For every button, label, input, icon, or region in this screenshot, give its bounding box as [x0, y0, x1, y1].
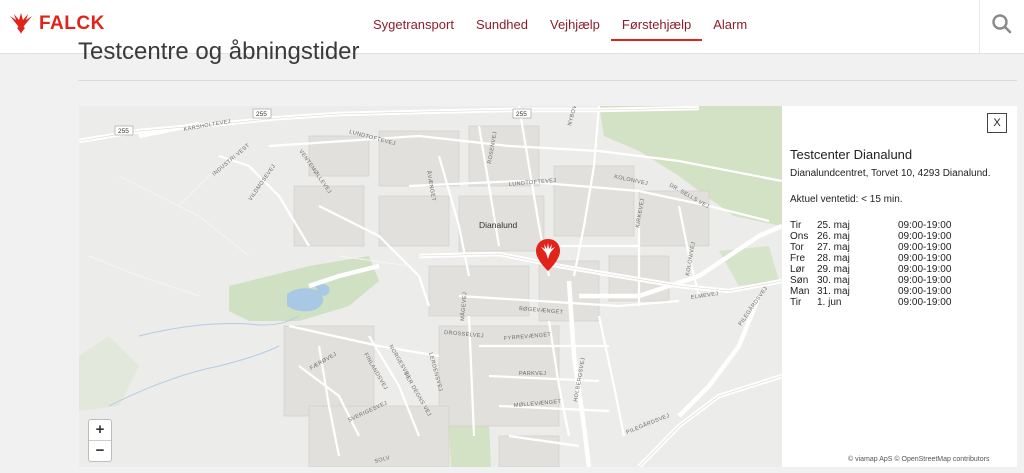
- nav-forstehjaelp[interactable]: Førstehjælp: [610, 10, 703, 41]
- zoom-out-button[interactable]: −: [89, 440, 111, 461]
- hours-day: Søn: [790, 275, 809, 286]
- hours-row: Tir 1. jun 09:00-19:00: [790, 297, 968, 308]
- hours-time: 09:00-19:00: [898, 286, 952, 297]
- falck-logo[interactable]: FALCK: [8, 12, 105, 36]
- hours-day: Ons: [790, 231, 809, 242]
- hours-date: 25. maj: [817, 220, 850, 231]
- hours-date: 30. maj: [817, 275, 850, 286]
- hours-row: Lør 29. maj 09:00-19:00: [790, 264, 968, 275]
- hours-day: Tir: [790, 297, 802, 308]
- road-label-parkvej: PARKVEJ: [519, 371, 546, 377]
- hours-day: Tor: [790, 242, 804, 253]
- hours-time: 09:00-19:00: [898, 297, 952, 308]
- map-attribution[interactable]: © viamap ApS © OpenStreetMap contributor…: [848, 456, 989, 463]
- zoom-in-button[interactable]: +: [89, 420, 111, 440]
- falck-bird-icon: [10, 13, 32, 34]
- nav-sundhed[interactable]: Sundhed: [465, 10, 539, 41]
- zoom-control: + −: [88, 419, 112, 462]
- hours-time: 09:00-19:00: [898, 275, 952, 286]
- hours-date: 27. maj: [817, 242, 850, 253]
- hours-time: 09:00-19:00: [898, 242, 952, 253]
- main-nav: Sygetransport Sundhed Vejhjælp Førstehjæ…: [362, 10, 758, 41]
- testcenter-title: Testcenter Dianalund: [790, 147, 913, 162]
- hours-row: Tir 25. maj 09:00-19:00: [790, 220, 968, 231]
- page-title: Testcentre og åbningstider: [78, 38, 360, 65]
- hours-time: 09:00-19:00: [898, 264, 952, 275]
- nav-vejhjaelp[interactable]: Vejhjælp: [539, 10, 611, 41]
- route-shield-255-a: 255: [118, 128, 129, 135]
- route-shield-255-c: 255: [516, 111, 527, 118]
- testcenter-address: Dianalundcentret, Torvet 10, 4293 Dianal…: [790, 168, 991, 179]
- nav-alarm[interactable]: Alarm: [702, 10, 758, 41]
- hours-day: Tir: [790, 220, 802, 231]
- hours-row: Ons 26. maj 09:00-19:00: [790, 231, 968, 242]
- route-shield-255-b: 255: [256, 111, 267, 118]
- place-label-dianalund: Dianalund: [479, 220, 518, 230]
- hours-time: 09:00-19:00: [898, 220, 952, 231]
- map-canvas[interactable]: 255 255 255 KARSHOLTEVEJ INDUSTRI VEST L…: [79, 106, 782, 467]
- hours-day: Man: [790, 286, 810, 297]
- title-divider: [78, 80, 1017, 81]
- opening-hours-table: Tir 25. maj 09:00-19:00 Ons 26. maj 09:00-19…: [790, 220, 968, 308]
- close-button[interactable]: X: [987, 113, 1007, 133]
- hours-row: Søn 30. maj 09:00-19:00: [790, 275, 968, 286]
- hours-row: Fre 28. maj 09:00-19:00: [790, 253, 968, 264]
- hours-row: Tor 27. maj 09:00-19:00: [790, 242, 968, 253]
- waiting-time: Aktuel ventetid: < 15 min.: [790, 194, 903, 205]
- hours-date: 1. jun: [817, 297, 842, 308]
- hours-row: Man 31. maj 09:00-19:00: [790, 286, 968, 297]
- hours-date: 29. maj: [817, 264, 850, 275]
- hours-date: 26. maj: [817, 231, 850, 242]
- nav-sygetransport[interactable]: Sygetransport: [362, 10, 465, 41]
- search-icon: [992, 14, 1012, 34]
- map-view[interactable]: 255 255 255 KARSHOLTEVEJ INDUSTRI VEST L…: [79, 106, 782, 467]
- testcenter-info-panel: X Testcenter Dianalund Dianalundcentret,…: [782, 106, 1017, 467]
- hours-date: 28. maj: [817, 253, 850, 264]
- hours-date: 31. maj: [817, 286, 850, 297]
- brand-name: FALCK: [39, 13, 105, 34]
- hours-time: 09:00-19:00: [898, 253, 952, 264]
- hours-day: Fre: [790, 253, 805, 264]
- search-button[interactable]: [979, 0, 1024, 53]
- hours-time: 09:00-19:00: [898, 231, 952, 242]
- hours-day: Lør: [790, 264, 805, 275]
